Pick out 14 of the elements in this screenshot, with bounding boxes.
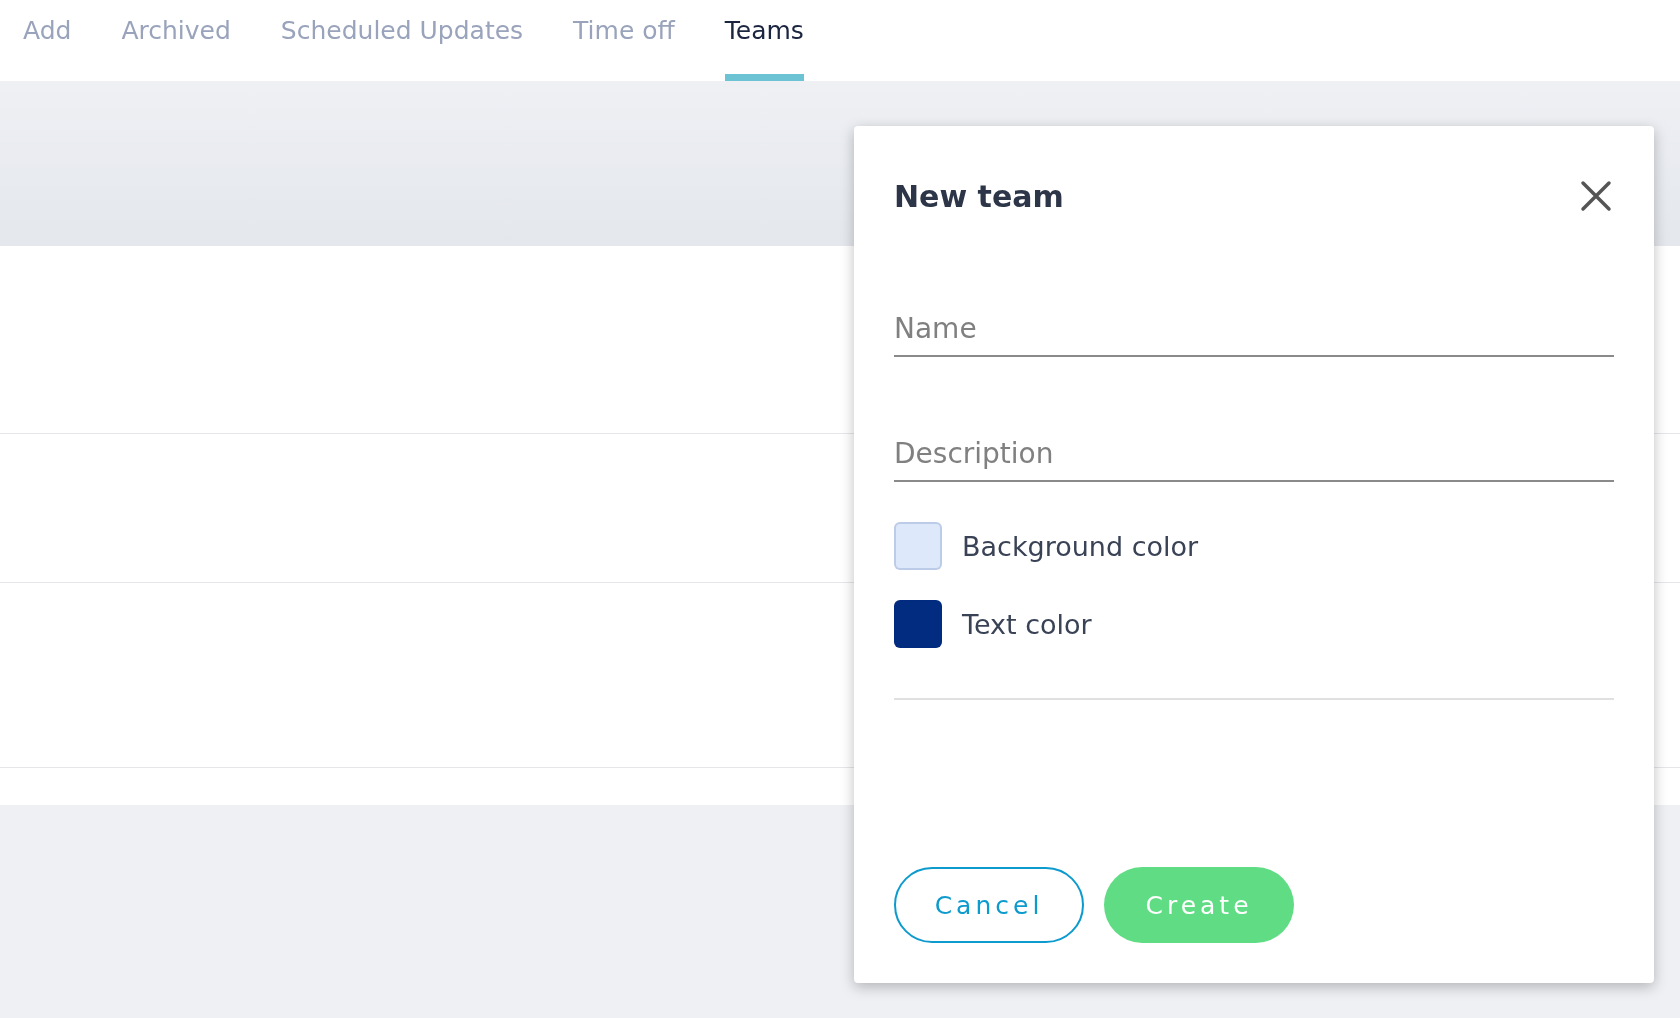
color-label: Background color: [962, 530, 1199, 562]
tab[interactable]: Scheduled Updates: [280, 0, 524, 81]
tab[interactable]: Add: [23, 0, 72, 81]
tab[interactable]: Time off: [573, 0, 675, 81]
tab[interactable]: Archived: [121, 0, 231, 81]
create-button[interactable]: Create: [1104, 867, 1294, 943]
color-label: Text color: [962, 608, 1092, 640]
close-icon[interactable]: [1578, 178, 1614, 214]
cancel-button[interactable]: Cancel: [894, 867, 1084, 943]
text-field[interactable]: Name: [894, 312, 1614, 357]
dialog-title: New team: [894, 178, 1064, 214]
color-swatch[interactable]: [894, 522, 942, 570]
color-swatch[interactable]: [894, 600, 942, 648]
text-field[interactable]: Description: [894, 437, 1614, 482]
